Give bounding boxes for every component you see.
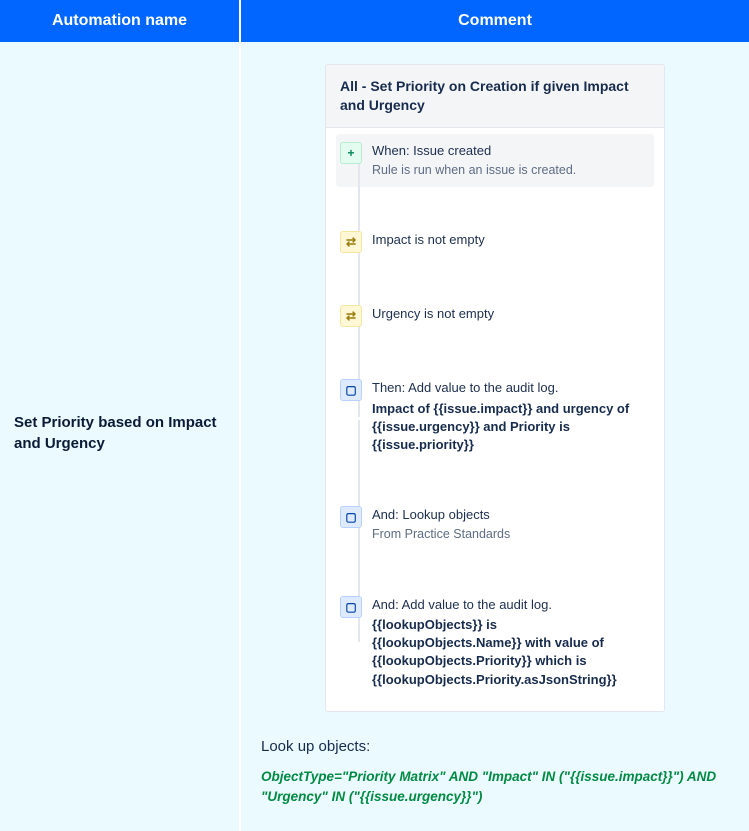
clipboard-icon: ▢: [340, 506, 362, 528]
action-content: And: Lookup objects From Practice Standa…: [372, 506, 650, 544]
header-automation-name: Automation name: [0, 0, 240, 42]
plus-icon: +: [340, 142, 362, 164]
rule-action-lookup[interactable]: ▢ And: Lookup objects From Practice Stan…: [336, 498, 654, 552]
action-body: Impact of {{issue.impact}} and urgency o…: [372, 400, 650, 455]
connector: [336, 552, 654, 588]
automation-rule-card[interactable]: All - Set Priority on Creation if given …: [325, 64, 665, 712]
action-content: Then: Add value to the audit log. Impact…: [372, 379, 650, 454]
clipboard-icon: ▢: [340, 379, 362, 401]
condition-content: Urgency is not empty: [372, 305, 650, 325]
rule-action-audit-2[interactable]: ▢ And: Add value to the audit log. {{loo…: [336, 588, 654, 697]
condition-content: Impact is not empty: [372, 231, 650, 251]
lookup-objects-block: Look up objects: ObjectType="Priority Ma…: [255, 738, 735, 808]
shuffle-icon: ⇄: [340, 231, 362, 253]
rule-action-audit-1[interactable]: ▢ Then: Add value to the audit log. Impa…: [336, 371, 654, 462]
rule-condition-impact[interactable]: ⇄ Impact is not empty: [336, 223, 654, 261]
lookup-heading: Look up objects:: [261, 738, 729, 755]
rule-trigger-step[interactable]: + When: Issue created Rule is run when a…: [336, 134, 654, 188]
action-content: And: Add value to the audit log. {{looku…: [372, 596, 650, 689]
rule-condition-urgency[interactable]: ⇄ Urgency is not empty: [336, 297, 654, 335]
clipboard-icon: ▢: [340, 596, 362, 618]
action-title: And: Lookup objects: [372, 506, 650, 524]
connector: [336, 462, 654, 498]
action-body: {{lookupObjects}} is {{lookupObjects.Nam…: [372, 616, 650, 689]
action-title: Then: Add value to the audit log.: [372, 379, 650, 397]
trigger-subtitle: Rule is run when an issue is created.: [372, 162, 650, 180]
rule-body: + When: Issue created Rule is run when a…: [326, 128, 664, 711]
shuffle-icon: ⇄: [340, 305, 362, 327]
table-row: Set Priority based on Impact and Urgency…: [0, 42, 749, 831]
action-subtitle: From Practice Standards: [372, 526, 650, 544]
condition-title: Impact is not empty: [372, 231, 650, 249]
rule-title: All - Set Priority on Creation if given …: [326, 65, 664, 128]
comment-cell: All - Set Priority on Creation if given …: [240, 42, 749, 831]
table-header-row: Automation name Comment: [0, 0, 749, 42]
trigger-title: When: Issue created: [372, 142, 650, 160]
condition-title: Urgency is not empty: [372, 305, 650, 323]
trigger-content: When: Issue created Rule is run when an …: [372, 142, 650, 180]
header-comment: Comment: [240, 0, 749, 42]
action-title: And: Add value to the audit log.: [372, 596, 650, 614]
connector: [336, 261, 654, 297]
connector: [336, 187, 654, 223]
connector: [336, 335, 654, 371]
lookup-query: ObjectType="Priority Matrix" AND "Impact…: [261, 767, 729, 808]
automation-table: Automation name Comment Set Priority bas…: [0, 0, 749, 831]
automation-name-cell: Set Priority based on Impact and Urgency: [0, 42, 240, 831]
